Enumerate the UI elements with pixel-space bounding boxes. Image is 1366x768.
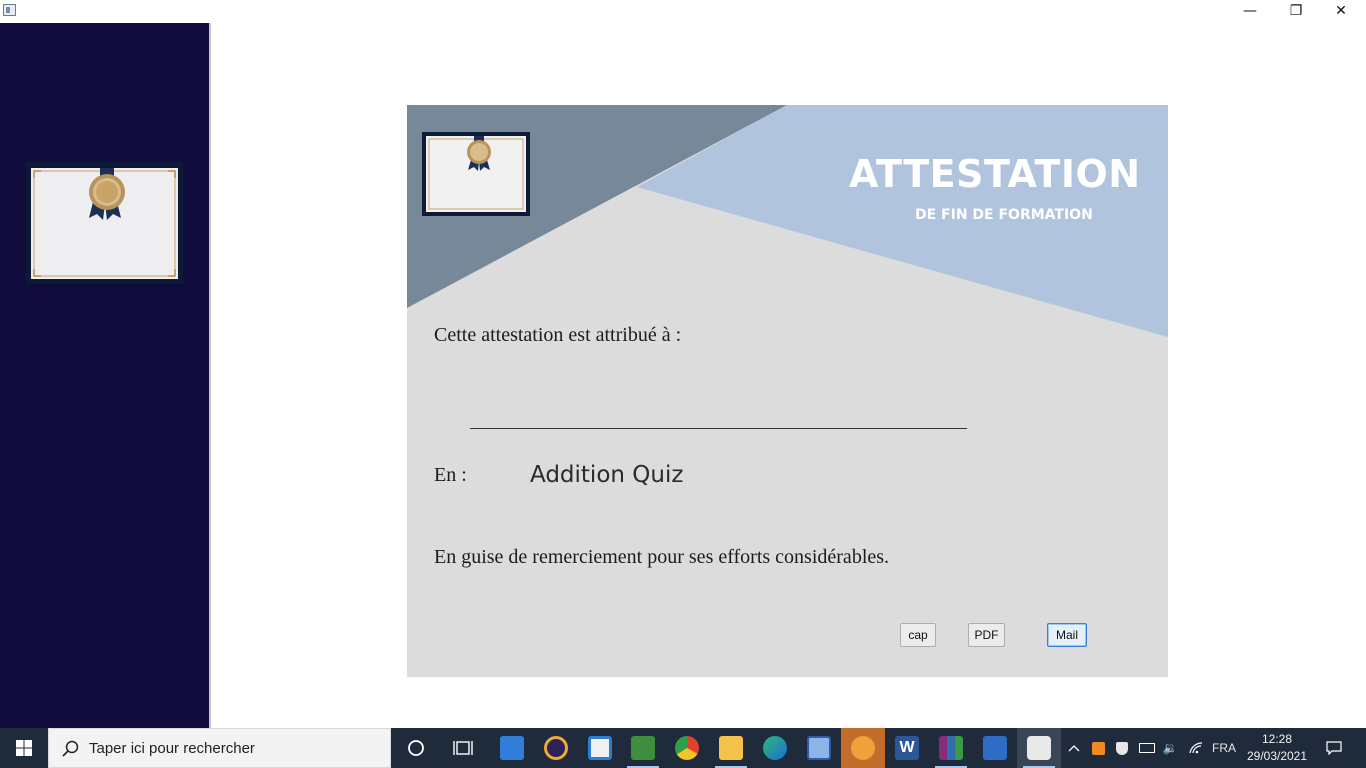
clock-date: 29/03/2021 xyxy=(1246,749,1308,763)
volume-icon[interactable]: 🔉 xyxy=(1160,728,1180,768)
cortana-icon[interactable] xyxy=(394,728,438,768)
clock-time: 12:28 xyxy=(1261,732,1293,746)
notification-center-icon[interactable] xyxy=(1320,728,1348,768)
java-icon[interactable] xyxy=(1017,728,1061,768)
taskbar-search-box[interactable]: Taper ici pour rechercher xyxy=(48,728,391,768)
tray-app-icon[interactable] xyxy=(1088,728,1108,768)
certificate-title: ATTESTATION xyxy=(849,152,1141,196)
winrar-icon[interactable] xyxy=(929,728,973,768)
attributed-to-label: Cette attestation est attribué à : xyxy=(434,324,682,346)
spreadsheet-app-icon[interactable] xyxy=(621,728,665,768)
window-title-bar: — ❐ ✕ xyxy=(0,0,1366,23)
app-window-icon xyxy=(3,4,16,16)
task-view-icon[interactable] xyxy=(441,728,485,768)
course-label: En : xyxy=(434,464,467,486)
file-explorer-icon[interactable] xyxy=(709,728,753,768)
app-orange-icon[interactable] xyxy=(841,728,885,768)
certificate-thumbnail-icon xyxy=(26,162,183,284)
restore-button[interactable]: ❐ xyxy=(1273,0,1319,22)
chrome-icon[interactable] xyxy=(665,728,709,768)
thanks-text: En guise de remerciement pour ses effort… xyxy=(434,546,890,568)
recipient-name-line xyxy=(470,428,967,429)
mail-icon[interactable] xyxy=(490,728,534,768)
photos-icon[interactable] xyxy=(973,728,1017,768)
windows-start-icon[interactable] xyxy=(0,728,48,768)
taskbar: Taper ici pour rechercher W 🔉 FRA 12:28 … xyxy=(0,728,1366,768)
search-placeholder: Taper ici pour rechercher xyxy=(89,740,255,757)
edge-icon[interactable] xyxy=(753,728,797,768)
security-icon[interactable] xyxy=(1112,728,1132,768)
virtualbox-icon[interactable] xyxy=(797,728,841,768)
close-button[interactable]: ✕ xyxy=(1318,0,1364,22)
capture-button[interactable]: cap xyxy=(900,623,936,647)
eclipse-icon[interactable] xyxy=(534,728,578,768)
certificate-subtitle: DE FIN DE FORMATION xyxy=(915,207,1093,223)
clock[interactable]: 12:28 29/03/2021 xyxy=(1245,731,1309,765)
store-icon[interactable] xyxy=(578,728,622,768)
battery-icon[interactable] xyxy=(1136,728,1158,768)
certificate-panel: ATTESTATION DE FIN DE FORMATION Cette at… xyxy=(407,105,1168,677)
pdf-button[interactable]: PDF xyxy=(968,623,1005,647)
search-icon xyxy=(62,740,79,757)
sidebar xyxy=(0,23,209,728)
show-hidden-icons-icon[interactable] xyxy=(1064,728,1084,768)
language-indicator[interactable]: FRA xyxy=(1210,728,1238,768)
course-name: Addition Quiz xyxy=(530,462,684,488)
word-icon[interactable]: W xyxy=(885,728,929,768)
certificate-logo-icon xyxy=(422,132,530,216)
network-icon[interactable] xyxy=(1185,728,1207,768)
mail-button[interactable]: Mail xyxy=(1047,623,1087,647)
sidebar-divider xyxy=(209,23,211,728)
minimize-button[interactable]: — xyxy=(1227,0,1273,22)
